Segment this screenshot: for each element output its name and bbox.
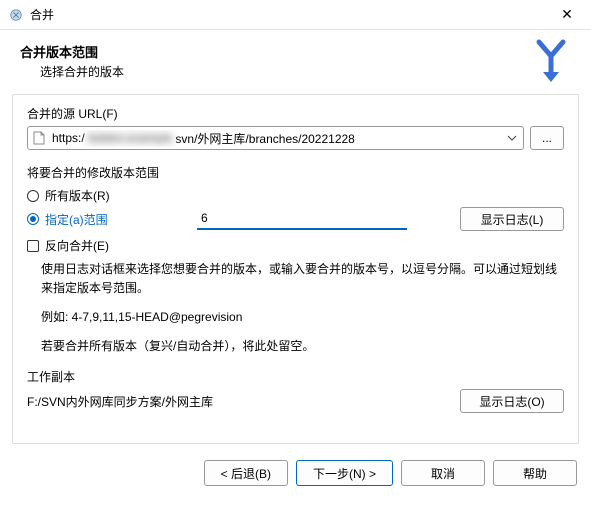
- window-title: 合并: [30, 6, 551, 23]
- checkbox-reverse-label: 反向合并(E): [45, 237, 109, 254]
- radio-specific-range[interactable]: 指定(a)范围: [27, 211, 197, 228]
- range-group-label: 将要合并的修改版本范围: [27, 164, 564, 181]
- close-button[interactable]: ✕: [551, 6, 583, 23]
- help-text-1: 使用日志对话框来选择您想要合并的版本，或输入要合并的版本号，以逗号分隔。可以通过…: [41, 260, 564, 298]
- wizard-footer: < 后退(B) 下一步(N) > 取消 帮助: [0, 444, 591, 486]
- radio-icon: [27, 190, 39, 202]
- merge-icon: [527, 38, 575, 86]
- next-button[interactable]: 下一步(N) >: [296, 460, 393, 486]
- radio-specific-label: 指定(a)范围: [45, 211, 108, 228]
- help-button[interactable]: 帮助: [493, 460, 577, 486]
- radio-icon: [27, 213, 39, 225]
- app-icon: [8, 7, 24, 23]
- title-bar: 合并 ✕: [0, 0, 591, 30]
- main-panel: 合并的源 URL(F) https:/ hidden.example svn/外…: [12, 94, 579, 444]
- browse-button[interactable]: ...: [530, 126, 564, 150]
- back-button[interactable]: < 后退(B): [204, 460, 288, 486]
- source-url-text: https:/ hidden.example svn/外网主库/branches…: [52, 130, 499, 147]
- revision-range-input[interactable]: [197, 208, 407, 230]
- show-log-o-button[interactable]: 显示日志(O): [460, 389, 564, 413]
- source-url-combo[interactable]: https:/ hidden.example svn/外网主库/branches…: [27, 126, 524, 150]
- document-icon: [32, 131, 46, 145]
- working-copy-label: 工作副本: [27, 368, 564, 385]
- wizard-header: 合并版本范围 选择合并的版本: [0, 30, 591, 90]
- help-text-2: 若要合并所有版本（复兴/自动合并），将此处留空。: [41, 337, 564, 354]
- example-text: 例如: 4-7,9,11,15-HEAD@pegrevision: [41, 308, 564, 325]
- source-url-label: 合并的源 URL(F): [27, 105, 564, 122]
- chevron-down-icon[interactable]: [505, 135, 519, 141]
- working-copy-path: F:/SVN内外网库同步方案/外网主库: [27, 393, 460, 410]
- checkbox-reverse-merge[interactable]: 反向合并(E): [27, 237, 564, 254]
- show-log-l-button[interactable]: 显示日志(L): [460, 207, 564, 231]
- radio-all-label: 所有版本(R): [45, 187, 110, 204]
- cancel-button[interactable]: 取消: [401, 460, 485, 486]
- radio-all-revisions[interactable]: 所有版本(R): [27, 187, 564, 204]
- page-title: 合并版本范围: [20, 42, 527, 61]
- checkbox-icon: [27, 240, 39, 252]
- page-subtitle: 选择合并的版本: [40, 63, 527, 80]
